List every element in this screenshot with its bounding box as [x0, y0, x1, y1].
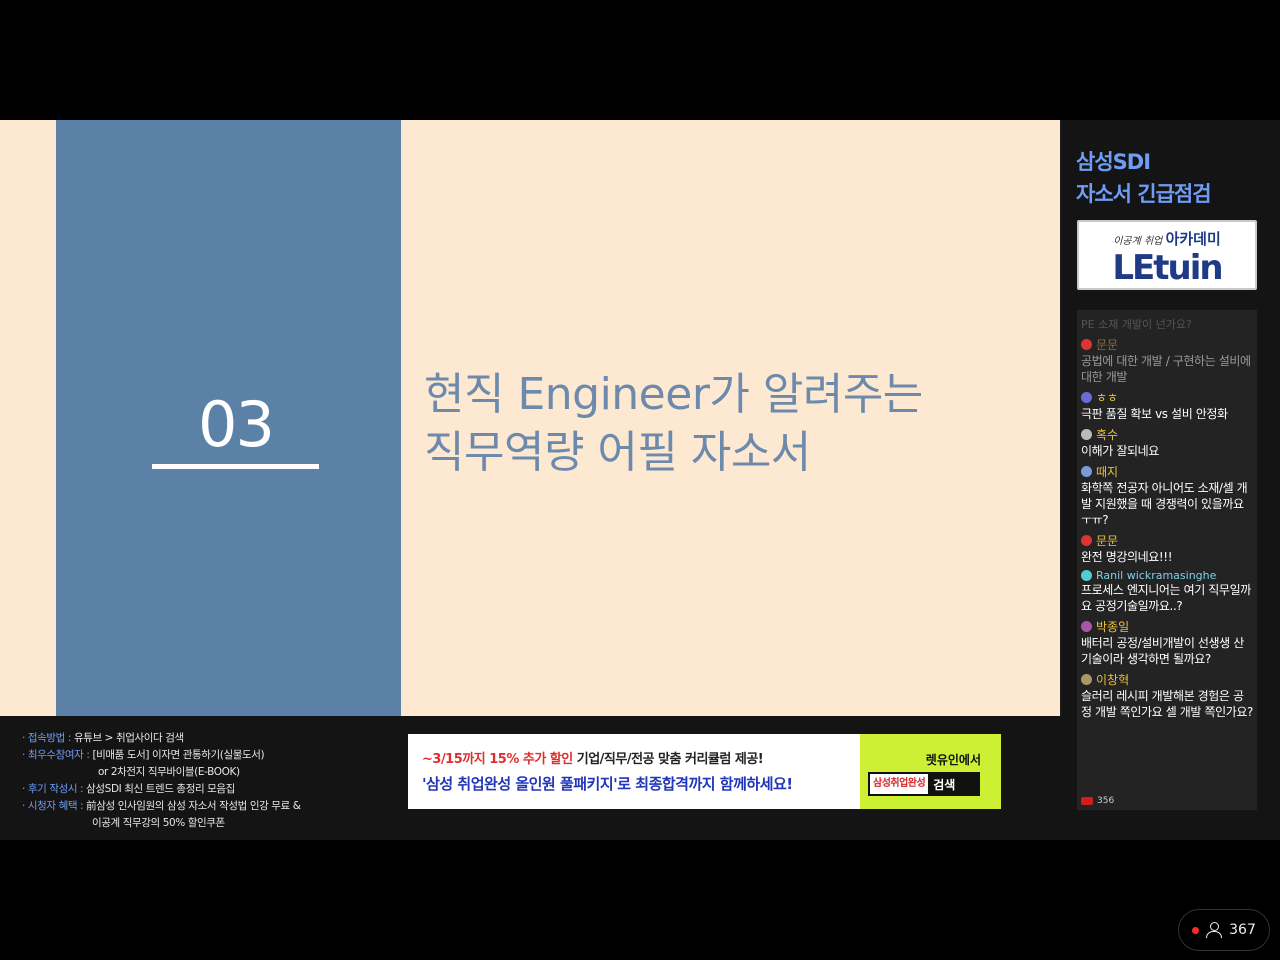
avatar-icon: [1081, 621, 1092, 632]
live-viewer-pill[interactable]: 367: [1178, 909, 1270, 951]
chat-text: 극판 품질 확보 vs 설비 안정화: [1081, 407, 1228, 421]
promo-line2: '삼성 취업완성 올인원 풀패키지'로 최종합격까지 함께하세요!: [422, 775, 793, 793]
chat-text: 이해가 잘되네요: [1081, 444, 1159, 458]
chat-faded-message: PE 소재 개발이 넌가요?: [1081, 318, 1192, 331]
section-number-underline: [152, 464, 319, 469]
avatar-icon: [1081, 339, 1092, 350]
chat-text: 배터리 공정/설비개발이 선생생 산기술이라 생각하면 될까요?: [1081, 636, 1244, 666]
logo-subtitle: 이공계 취업 아카데미: [1113, 230, 1221, 248]
avatar-icon: [1081, 392, 1092, 403]
slide-title-line1: 현직 Engineer가 알려주는: [424, 369, 923, 420]
live-chat: PE 소재 개발이 넌가요? 문문 공법에 대한 개발 / 구현하는 설비에 대한…: [1077, 310, 1257, 810]
chat-author: 문문: [1081, 532, 1253, 549]
avatar-icon: [1081, 429, 1092, 440]
chat-message: 박종일 배터리 공정/설비개발이 선생생 산기술이라 생각하면 될까요?: [1081, 618, 1253, 667]
info-line: · 최우수참여자 : [비매품 도서] 이자면 관통하기(실물도서): [22, 749, 265, 761]
chat-text: 화학쪽 전공자 아니어도 소재/셀 개발 지원했을 때 경쟁력이 있을까요ㅜㅠ?: [1081, 481, 1248, 527]
presentation-slide: 03 현직 Engineer가 알려주는 직무역량 어필 자소서: [0, 120, 1060, 716]
avatar-icon: [1081, 674, 1092, 685]
chat-message: Ranil wickramasinghe 프로세스 엔지니어는 여기 직무일까요 …: [1081, 569, 1253, 614]
avatar-icon: [1081, 535, 1092, 546]
person-icon: [1205, 922, 1223, 938]
chat-text: 프로세스 엔지니어는 여기 직무일까요 공정기술일까요..?: [1081, 583, 1251, 613]
viewer-count: 367: [1229, 922, 1256, 938]
promo-search-term: 삼성취업완성: [870, 774, 929, 794]
chat-author: 문문: [1081, 336, 1253, 353]
info-line: · 접속방법 : 유튜브 > 취업사이다 검색: [22, 732, 184, 744]
stream-title-line2: 자소서 긴급점검: [1076, 182, 1212, 206]
chat-message: ㅎㅎ 극판 품질 확보 vs 설비 안정화: [1081, 389, 1253, 422]
chat-text: 슬러리 레시피 개발해본 경험은 공정 개발 쪽인가요 셀 개발 쪽인가요?: [1081, 689, 1254, 719]
promo-search-caption: 렛유인에서: [925, 753, 981, 767]
chat-text: 완전 명강의네요!!!: [1081, 550, 1173, 564]
chat-viewer-count: 356: [1081, 796, 1114, 806]
chat-author: 때지: [1081, 463, 1253, 480]
chat-text: 공법에 대한 개발 / 구현하는 설비에 대한 개발: [1081, 354, 1251, 384]
avatar-icon: [1081, 570, 1092, 581]
avatar-icon: [1081, 466, 1092, 477]
slide-title: 현직 Engineer가 알려주는 직무역량 어필 자소서: [424, 366, 923, 482]
chat-author: ㅎㅎ: [1081, 389, 1253, 406]
info-line: 이공계 직무강의 50% 할인쿠폰: [92, 817, 225, 829]
slide-section-number: 03: [198, 388, 275, 461]
promo-search-box: 삼성취업완성 검색: [868, 772, 980, 796]
promo-banner[interactable]: ~3/15까지 15% 추가 할인 기업/직무/전공 맞춤 커리큘럼 제공! '…: [408, 734, 1001, 809]
info-line: · 후기 작성시 : 삼성SDI 최신 트렌드 총정리 모음집: [22, 783, 235, 795]
chat-message: 혹수 이해가 잘되네요: [1081, 426, 1253, 459]
stream-title: 삼성SDI 자소서 긴급점검: [1076, 146, 1212, 210]
promo-search-area: 렛유인에서 삼성취업완성 검색: [860, 734, 1001, 809]
promo-line1: ~3/15까지 15% 추가 할인 기업/직무/전공 맞춤 커리큘럼 제공!: [422, 752, 764, 767]
stream-side-panel: 삼성SDI 자소서 긴급점검 이공계 취업 아카데미 LEtuin PE 소재 …: [1062, 120, 1280, 840]
chat-author: 이창혁: [1081, 671, 1253, 688]
live-dot-icon: [1192, 926, 1200, 934]
slide-title-line2: 직무역량 어필 자소서: [424, 427, 811, 478]
promo-search-button: 검색: [933, 777, 956, 792]
logo-wordmark: LEtuin: [1112, 248, 1223, 288]
youtube-icon: [1081, 797, 1093, 805]
info-line: · 시청자 혜택 : 前삼성 인사임원의 삼성 자소서 작성법 인강 무료 &: [22, 800, 301, 812]
chat-author: 박종일: [1081, 618, 1253, 635]
chat-author: 혹수: [1081, 426, 1253, 443]
bottom-info-bar: · 접속방법 : 유튜브 > 취업사이다 검색 · 최우수참여자 : [비매품 …: [0, 716, 1062, 840]
letuin-logo: 이공계 취업 아카데미 LEtuin: [1077, 220, 1257, 290]
chat-message-list: 문문 공법에 대한 개발 / 구현하는 설비에 대한 개발 ㅎㅎ 극판 품질 확보 v…: [1081, 336, 1253, 720]
info-line: or 2차전지 직무바이블(E-BOOK): [98, 766, 240, 778]
stream-title-line1: 삼성SDI: [1076, 150, 1151, 174]
chat-message: 문문 공법에 대한 개발 / 구현하는 설비에 대한 개발: [1081, 336, 1253, 385]
stream-video: 03 현직 Engineer가 알려주는 직무역량 어필 자소서 삼성SDI 자…: [0, 120, 1280, 840]
chat-message: 이창혁 슬러리 레시피 개발해본 경험은 공정 개발 쪽인가요 셀 개발 쪽인가요…: [1081, 671, 1253, 720]
chat-message: 문문 완전 명강의네요!!!: [1081, 532, 1253, 565]
chat-author: Ranil wickramasinghe: [1081, 569, 1253, 582]
chat-message: 때지 화학쪽 전공자 아니어도 소재/셀 개발 지원했을 때 경쟁력이 있을까요ㅜ…: [1081, 463, 1253, 528]
event-info: · 접속방법 : 유튜브 > 취업사이다 검색 · 최우수참여자 : [비매품 …: [22, 730, 301, 832]
